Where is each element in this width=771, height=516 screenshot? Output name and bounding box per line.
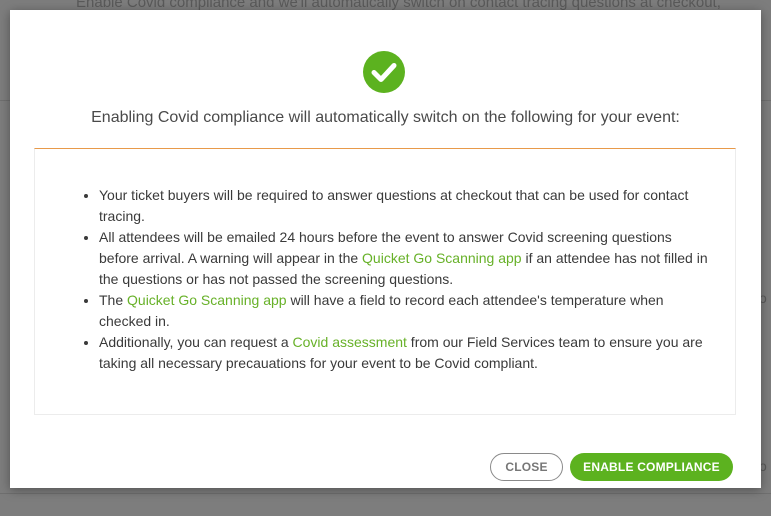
bullet-text: Your ticket buyers will be required to a… <box>99 187 689 224</box>
backdrop-divider-bottom <box>0 493 771 494</box>
enable-compliance-button[interactable]: ENABLE COMPLIANCE <box>570 453 733 481</box>
compliance-details-panel: Your ticket buyers will be required to a… <box>34 148 736 415</box>
list-item: The Quicket Go Scanning app will have a … <box>99 290 711 332</box>
check-circle-icon <box>363 51 405 93</box>
dialog-headline: Enabling Covid compliance will automatic… <box>91 109 680 126</box>
covid-compliance-dialog: Enabling Covid compliance will automatic… <box>10 10 761 488</box>
covid-assessment-link[interactable]: Covid assessment <box>293 334 407 350</box>
bullet-text: Additionally, you can request a <box>99 334 293 350</box>
quicket-go-scanning-app-link[interactable]: Quicket Go Scanning app <box>362 250 522 266</box>
quicket-go-scanning-app-link-2[interactable]: Quicket Go Scanning app <box>127 292 287 308</box>
close-button[interactable]: CLOSE <box>490 453 563 481</box>
compliance-list: Your ticket buyers will be required to a… <box>35 185 735 374</box>
list-item: All attendees will be emailed 24 hours b… <box>99 227 711 290</box>
bullet-text: The <box>99 292 128 308</box>
list-item: Your ticket buyers will be required to a… <box>99 185 711 227</box>
list-item: Additionally, you can request a Covid as… <box>99 332 711 374</box>
